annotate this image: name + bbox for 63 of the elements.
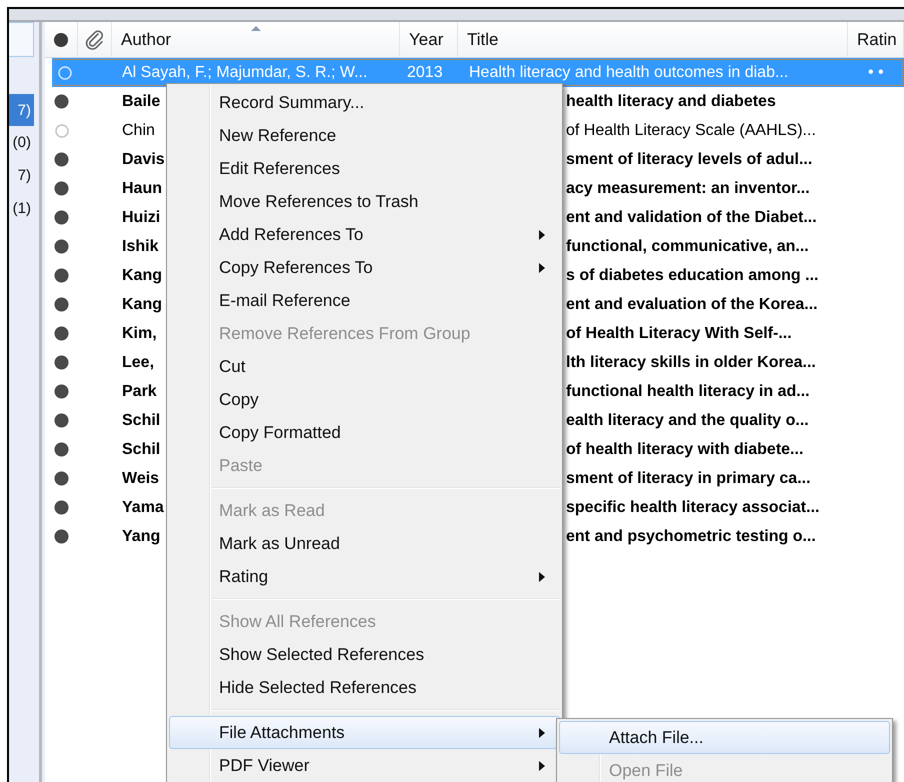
rating-dots: • • bbox=[868, 64, 884, 80]
author-text: Lee, bbox=[122, 354, 154, 370]
title-text: functional health literacy in ad... bbox=[566, 382, 810, 400]
group-item[interactable]: 7) bbox=[9, 159, 34, 192]
author-text: Schil bbox=[122, 412, 160, 428]
menu-item[interactable]: Copy Formatted bbox=[169, 416, 560, 449]
menu-item[interactable]: Attach File... bbox=[559, 721, 890, 754]
menu-item[interactable]: Cut bbox=[169, 350, 560, 383]
title-text: health literacy and diabetes bbox=[566, 92, 776, 110]
title-text: functional, communicative, an... bbox=[566, 238, 809, 254]
author-text: Kim, bbox=[122, 324, 157, 342]
menu-item[interactable]: Hide Selected References bbox=[169, 671, 560, 704]
title-text: lth literacy skills in older Korea... bbox=[566, 354, 816, 370]
menu-item[interactable]: Edit References bbox=[169, 152, 560, 185]
title-text: ealth literacy and the quality o... bbox=[566, 412, 809, 428]
column-header[interactable]: Title bbox=[458, 22, 848, 58]
menu-item[interactable]: PDF Viewer bbox=[169, 749, 560, 782]
menu-item[interactable]: Move References to Trash bbox=[169, 185, 560, 218]
title-text: of health literacy with diabete... bbox=[566, 440, 804, 458]
author-text: Al Sayah, F.; Majumdar, S. R.; W... bbox=[122, 64, 368, 80]
menu-item[interactable]: Show Selected References bbox=[169, 638, 560, 671]
author-text: Kang bbox=[122, 266, 162, 284]
title-text: of Health Literacy With Self-... bbox=[566, 324, 792, 342]
title-text: sment of literacy levels of adul... bbox=[566, 150, 812, 168]
menu-item[interactable]: E-mail Reference bbox=[169, 284, 560, 317]
menu-item[interactable]: Copy bbox=[169, 383, 560, 416]
paperclip-icon bbox=[84, 28, 106, 50]
author-text: Huizi bbox=[122, 208, 160, 226]
author-text: Ishik bbox=[122, 238, 158, 254]
author-text: Chin bbox=[122, 122, 155, 138]
title-text: ent and validation of the Diabet... bbox=[566, 208, 817, 226]
column-header[interactable]: Ratin bbox=[848, 22, 904, 58]
menu-item[interactable]: New Reference bbox=[169, 119, 560, 152]
author-text: Yang bbox=[122, 528, 160, 544]
group-item[interactable]: (0) bbox=[9, 126, 34, 159]
menu-item[interactable]: Rating bbox=[169, 560, 560, 593]
column-header[interactable]: Year bbox=[400, 22, 458, 58]
column-header[interactable]: Author bbox=[112, 22, 400, 58]
menu-item[interactable]: Record Summary... bbox=[169, 86, 560, 119]
title-text: s of diabetes education among ... bbox=[566, 266, 818, 284]
author-text: Haun bbox=[122, 180, 162, 196]
author-text: Yama bbox=[122, 498, 164, 516]
author-text: Weis bbox=[122, 470, 160, 486]
author-text: Baile bbox=[122, 92, 160, 110]
title-text: of Health Literacy Scale (AAHLS)... bbox=[566, 122, 816, 138]
title-text: acy measurement: an inventor... bbox=[566, 180, 810, 196]
group-item[interactable]: 7) bbox=[9, 94, 34, 126]
author-text: Davis bbox=[122, 150, 165, 168]
title-text: ent and psychometric testing o... bbox=[566, 528, 816, 544]
title-text: ent and evaluation of the Korea... bbox=[566, 296, 818, 312]
author-text: Park bbox=[122, 382, 157, 400]
menu-item[interactable]: File Attachments bbox=[169, 716, 560, 749]
menu-item[interactable]: Mark as Unread bbox=[169, 527, 560, 560]
dot-icon bbox=[53, 32, 69, 48]
menu-item[interactable]: Add References To bbox=[169, 218, 560, 251]
title-text: sment of literacy in primary ca... bbox=[566, 470, 811, 486]
author-text: Schil bbox=[122, 440, 160, 458]
title-text: specific health literacy associat... bbox=[566, 498, 820, 516]
year-text: 2013 bbox=[407, 64, 443, 80]
menu-item[interactable]: Copy References To bbox=[169, 251, 560, 284]
group-item[interactable]: (1) bbox=[9, 192, 34, 225]
author-text: Kang bbox=[122, 296, 162, 312]
title-text: Health literacy and health outcomes in diab... bbox=[469, 64, 788, 80]
